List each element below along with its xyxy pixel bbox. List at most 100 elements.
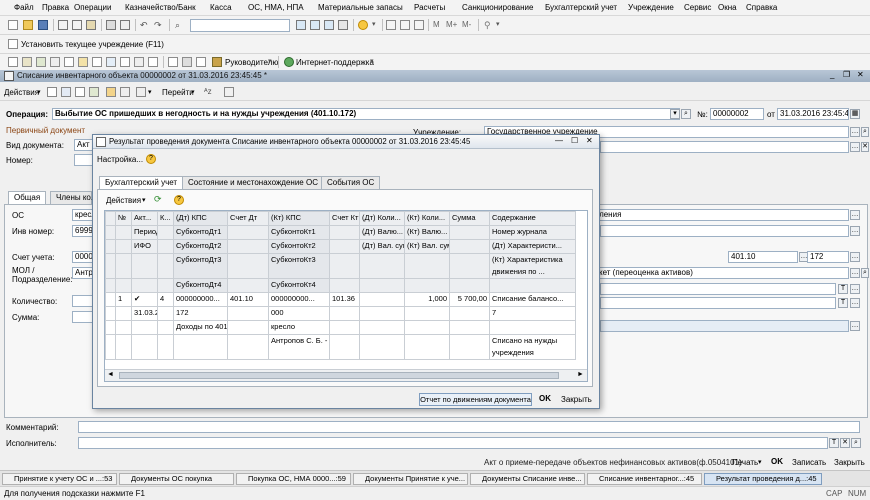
- list-icon[interactable]: [50, 57, 60, 67]
- dialog-maximize-icon[interactable]: ☐: [571, 136, 578, 145]
- cut-icon[interactable]: [58, 20, 68, 30]
- refresh-icon[interactable]: [89, 87, 99, 97]
- minimize-icon[interactable]: _: [830, 70, 834, 79]
- executor-clear-icon[interactable]: ✕: [840, 438, 850, 448]
- basis-input[interactable]: [600, 141, 849, 153]
- report-icon[interactable]: [36, 57, 46, 67]
- memory-minus-icon[interactable]: M-: [462, 20, 476, 30]
- grid-header-cell[interactable]: (Кт) КПС: [268, 211, 330, 226]
- grid-header-cell[interactable]: СубконтоКт4: [268, 278, 330, 293]
- sum-input[interactable]: [72, 311, 94, 323]
- number2-input[interactable]: [74, 154, 94, 166]
- edit-row-icon[interactable]: [75, 87, 85, 97]
- menu-accounting[interactable]: Бухгалтерский учет: [545, 3, 617, 12]
- dropdown-arrow-icon[interactable]: ▾: [372, 20, 382, 30]
- grid-header-cell[interactable]: Акт...: [131, 211, 158, 226]
- memory-m-icon[interactable]: M: [433, 20, 441, 30]
- journal-icon[interactable]: [22, 57, 32, 67]
- search-icon[interactable]: ⌕: [175, 20, 185, 30]
- number-input[interactable]: 00000002: [710, 108, 764, 120]
- structure-dropdown-icon[interactable]: ▾: [148, 88, 152, 96]
- preview-icon[interactable]: [120, 20, 130, 30]
- right-field-3-select-icon[interactable]: …: [850, 268, 860, 278]
- grid-header-cell[interactable]: СубконтоДт1: [173, 225, 228, 240]
- goto-dropdown-icon[interactable]: ▾: [191, 88, 195, 96]
- right-account-2[interactable]: 172: [807, 251, 849, 263]
- dialog-close-button[interactable]: Закрыть: [561, 395, 592, 404]
- menu-help[interactable]: Справка: [746, 3, 777, 12]
- menu-service[interactable]: Сервис: [684, 3, 711, 12]
- task-item[interactable]: Покупка ОС, НМА 0000...:59: [236, 473, 351, 485]
- menu-operations[interactable]: Операции: [74, 3, 111, 12]
- grid-header-cell[interactable]: (Кт) Коли...: [404, 211, 450, 226]
- info-icon[interactable]: [358, 20, 368, 30]
- doc-icon[interactable]: [8, 57, 18, 67]
- find-next-icon[interactable]: [296, 20, 306, 30]
- redo-icon[interactable]: ↷: [154, 20, 164, 30]
- grid-header-cell[interactable]: [404, 253, 450, 279]
- chart-icon[interactable]: [106, 57, 116, 67]
- grid-actions-button[interactable]: Действия: [106, 196, 141, 205]
- grid-header-cell[interactable]: [115, 239, 132, 254]
- restore-icon[interactable]: ❐: [843, 70, 850, 79]
- right-field-5-select-icon[interactable]: …: [850, 298, 860, 308]
- task-item[interactable]: Документы Списание инве...: [470, 473, 585, 485]
- grid-header-cell[interactable]: [227, 253, 269, 279]
- actions-dropdown-icon[interactable]: ▾: [37, 88, 41, 96]
- grid-header-cell[interactable]: [131, 253, 158, 279]
- operation-select[interactable]: Выбытие ОС пришедших в негодность и на н…: [52, 108, 680, 120]
- folder-icon[interactable]: [78, 57, 88, 67]
- right-field-5-t-icon[interactable]: T: [838, 298, 848, 308]
- grid-header-cell[interactable]: К...: [157, 211, 174, 226]
- right-field-6[interactable]: [600, 320, 849, 332]
- new-doc-icon[interactable]: [8, 20, 18, 30]
- post-icon[interactable]: [106, 87, 116, 97]
- dialog-tab-accounting[interactable]: Бухгалтерский учет: [99, 176, 184, 190]
- grid-header-cell[interactable]: Счет Кт: [329, 211, 360, 226]
- scroll-thumb[interactable]: [119, 372, 559, 379]
- task-item[interactable]: Документы ОС покупка: [119, 473, 234, 485]
- dialog-close-icon[interactable]: ✕: [586, 136, 593, 145]
- help-icon[interactable]: [224, 87, 234, 97]
- right-field-3[interactable]: кет (переоценка активов): [596, 267, 849, 279]
- grid-header-cell[interactable]: СубконтоКт3: [268, 253, 330, 279]
- grid-header-cell[interactable]: [157, 239, 174, 254]
- grid-header-cell[interactable]: [359, 278, 405, 293]
- grid-header-cell[interactable]: [227, 225, 269, 240]
- right-account-1[interactable]: 401.10: [728, 251, 798, 263]
- basis-select-icon[interactable]: …: [850, 142, 860, 152]
- grid-header-cell[interactable]: [157, 278, 174, 293]
- sheet-icon[interactable]: [92, 57, 102, 67]
- right-field-6-select-icon[interactable]: …: [850, 321, 860, 331]
- print-icon[interactable]: [106, 20, 116, 30]
- grid-header-cell[interactable]: [449, 253, 490, 279]
- find-prev-icon[interactable]: [310, 20, 320, 30]
- menu-settlements[interactable]: Расчеты: [414, 3, 445, 12]
- basis-clear-icon[interactable]: ✕: [861, 142, 869, 152]
- grid-header-cell[interactable]: [227, 278, 269, 293]
- paste-icon[interactable]: [86, 20, 96, 30]
- grid-header-cell[interactable]: Сумма: [449, 211, 490, 226]
- manager-dropdown-icon[interactable]: ▾: [268, 57, 278, 67]
- dialog-minimize-icon[interactable]: —: [555, 136, 563, 145]
- print-button[interactable]: Печать: [732, 458, 758, 467]
- executor-search-icon[interactable]: ⌕: [851, 438, 861, 448]
- right-field-1[interactable]: вления: [592, 209, 849, 221]
- find-all-icon[interactable]: [338, 20, 348, 30]
- close-icon[interactable]: ✕: [857, 70, 864, 79]
- executor-input[interactable]: [78, 437, 828, 449]
- table-icon[interactable]: [64, 57, 74, 67]
- notes-icon[interactable]: [414, 20, 424, 30]
- movements-report-button[interactable]: Отчет по движениям документа: [419, 393, 532, 406]
- calculator-icon[interactable]: [400, 20, 410, 30]
- copy-row-icon[interactable]: [61, 87, 71, 97]
- menu-sanction[interactable]: Санкционирование: [462, 3, 533, 12]
- grid-header-cell[interactable]: [329, 278, 360, 293]
- institution-select-icon[interactable]: …: [850, 127, 860, 137]
- right-field-4-t-icon[interactable]: T: [838, 284, 848, 294]
- grid-header-cell[interactable]: Содержание: [489, 211, 576, 226]
- right-field-3-search-icon[interactable]: ⌕: [861, 268, 869, 278]
- grid-header-cell[interactable]: Период: [131, 225, 158, 240]
- grid-header-cell[interactable]: СубконтоДт3: [173, 253, 228, 279]
- grid-header-cell[interactable]: [449, 225, 490, 240]
